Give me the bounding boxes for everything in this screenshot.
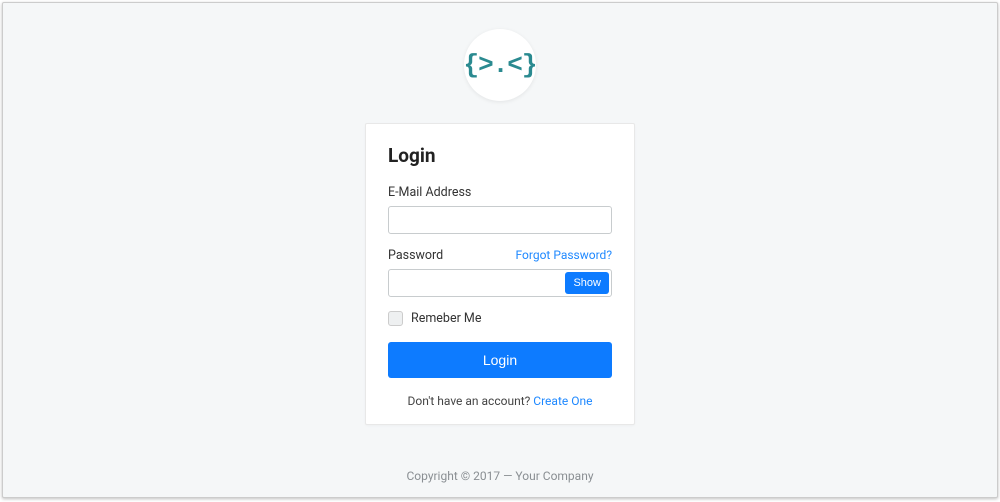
email-input[interactable]	[388, 206, 612, 234]
card-title: Login	[388, 144, 612, 167]
login-card: Login E-Mail Address Password Forgot Pas…	[365, 123, 635, 425]
password-input-wrap: Show	[388, 269, 612, 297]
email-label: E-Mail Address	[388, 185, 612, 200]
show-password-button[interactable]: Show	[565, 272, 609, 294]
password-label-row: Password Forgot Password?	[388, 248, 612, 263]
remember-row: Remeber Me	[388, 311, 612, 326]
login-button[interactable]: Login	[388, 342, 612, 378]
footer-copyright: Copyright © 2017 — Your Company	[3, 469, 997, 483]
email-field-group: E-Mail Address	[388, 185, 612, 234]
create-account-link[interactable]: Create One	[533, 394, 592, 408]
logo-glyph: {>.<}	[464, 50, 537, 80]
signup-row: Don't have an account? Create One	[388, 394, 612, 408]
forgot-password-link[interactable]: Forgot Password?	[516, 248, 612, 262]
signup-prompt: Don't have an account?	[408, 394, 534, 408]
logo: {>.<}	[464, 29, 536, 101]
login-page: {>.<} Login E-Mail Address Password Forg…	[2, 2, 998, 498]
remember-checkbox[interactable]	[388, 311, 403, 326]
password-label: Password	[388, 248, 443, 263]
content-column: {>.<} Login E-Mail Address Password Forg…	[3, 3, 997, 425]
password-field-group: Password Forgot Password? Show	[388, 248, 612, 297]
remember-label: Remeber Me	[411, 311, 481, 326]
